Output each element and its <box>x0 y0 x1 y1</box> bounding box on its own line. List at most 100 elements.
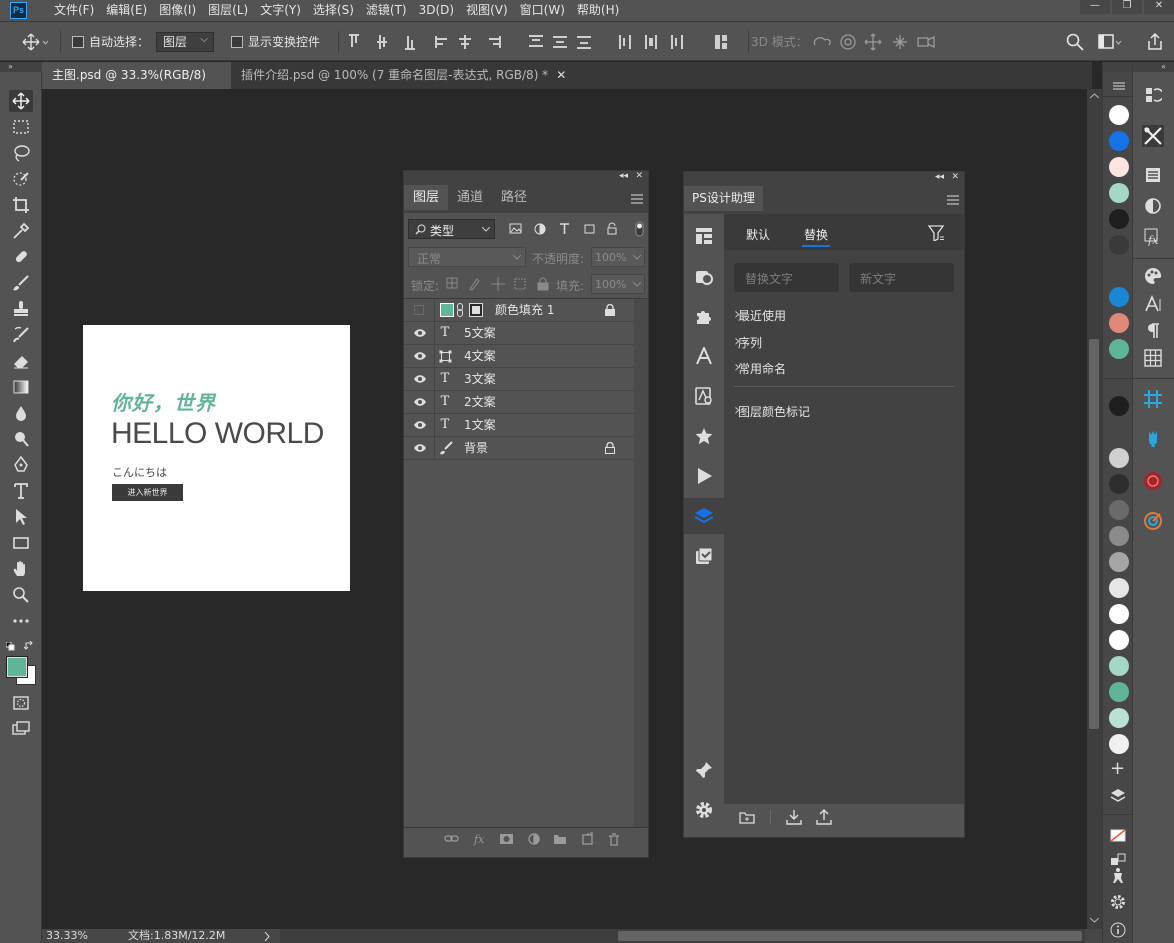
align-distribute-icons[interactable] <box>349 33 729 51</box>
tab-channels[interactable]: 通道 <box>448 185 492 210</box>
menu-file[interactable]: 文件(F) <box>48 0 100 22</box>
gear-icon[interactable] <box>1110 894 1126 910</box>
color-swatch[interactable] <box>1109 474 1129 494</box>
filter-icon[interactable] <box>928 225 944 241</box>
share-button[interactable] <box>1146 22 1164 61</box>
visibility-toggle-off[interactable] <box>414 305 424 315</box>
rectangle-tool[interactable] <box>9 532 33 554</box>
tab-main-psd[interactable]: 主图.psd @ 33.3%(RGB/8) *✕ <box>42 62 231 109</box>
layer-name[interactable]: 背景 <box>464 437 488 460</box>
color-swatch[interactable] <box>1109 604 1129 624</box>
layer-row-3[interactable]: T 3文案 <box>404 368 634 391</box>
swap-colors-icon[interactable] <box>24 641 34 651</box>
color-swatch[interactable] <box>1109 552 1129 572</box>
scroll-thumb[interactable] <box>1089 339 1099 729</box>
color-swatch[interactable] <box>1109 261 1129 281</box>
swap-icon[interactable] <box>1110 852 1126 868</box>
status-menu-icon[interactable] <box>264 932 270 941</box>
panel-collapse-icon[interactable]: » <box>0 62 42 72</box>
vertical-scrollbar[interactable] <box>1087 89 1102 929</box>
tree-common-names[interactable]: 常用命名 <box>734 357 786 377</box>
color-swatch[interactable] <box>1109 656 1129 676</box>
color-swatch[interactable] <box>1109 396 1129 416</box>
tree-recent[interactable]: 最近使用 <box>734 304 786 324</box>
blend-mode-dropdown[interactable]: 正常 <box>408 247 526 267</box>
figure-icon[interactable] <box>1110 867 1126 883</box>
color-swatch[interactable] <box>1109 734 1129 754</box>
export-icon[interactable] <box>816 809 832 825</box>
replace-text-input[interactable]: 新文字 <box>849 263 954 292</box>
marquee-tool[interactable] <box>9 116 33 138</box>
font-search-icon[interactable] <box>684 378 724 414</box>
foreground-color-swatch[interactable] <box>7 657 27 677</box>
color-swatch[interactable] <box>1109 105 1129 125</box>
quick-mask-button[interactable] <box>9 692 33 714</box>
layer-name[interactable]: 5文案 <box>464 322 496 345</box>
tab-plugin-psd[interactable]: 插件介绍.psd @ 100% (7 重命名图层-表达式, RGB/8) * ✕ <box>231 62 576 89</box>
layer-row-2[interactable]: T 2文案 <box>404 391 634 414</box>
play-icon[interactable] <box>684 458 724 494</box>
color-swatch[interactable] <box>1109 682 1129 702</box>
auto-select-checkbox[interactable] <box>72 35 84 48</box>
star-icon[interactable] <box>684 418 724 454</box>
info-icon[interactable] <box>1110 922 1126 938</box>
panel-menu-icon[interactable] <box>947 195 959 205</box>
grid-icon[interactable] <box>1142 347 1164 369</box>
tree-sequence[interactable]: 序列 <box>734 331 762 351</box>
fx-icon[interactable]: fx <box>1142 226 1164 248</box>
default-colors-icon[interactable] <box>6 642 15 651</box>
crop-tool[interactable] <box>9 194 33 216</box>
layer-row-4[interactable]: 4文案 <box>404 345 634 368</box>
color-swatch[interactable] <box>1109 500 1129 520</box>
no-color-icon[interactable] <box>1110 827 1126 843</box>
history-brush-tool[interactable] <box>9 324 33 346</box>
blur-tool[interactable] <box>9 402 33 424</box>
tree-layer-color-marks[interactable]: 图层颜色标记 <box>734 400 810 420</box>
opacity-input[interactable]: 100% <box>591 247 645 267</box>
menu-image[interactable]: 图像(I) <box>153 0 202 22</box>
menu-help[interactable]: 帮助(H) <box>571 0 625 22</box>
dock-expand-icon[interactable]: « <box>1133 62 1174 72</box>
layer-name[interactable]: 3文案 <box>464 368 496 391</box>
color-swatch[interactable] <box>1109 131 1129 151</box>
layer-row-5[interactable]: T 5文案 <box>404 322 634 345</box>
healing-brush-tool[interactable] <box>9 246 33 268</box>
eye-icon[interactable] <box>413 419 427 431</box>
path-select-tool[interactable] <box>9 506 33 528</box>
layers-stack-icon[interactable] <box>684 498 724 534</box>
menu-layer[interactable]: 图层(L) <box>202 0 254 22</box>
tools-cross-icon[interactable] <box>1142 125 1164 147</box>
target-plugin-icon[interactable] <box>1142 510 1164 532</box>
red-seal-icon[interactable] <box>1142 470 1164 492</box>
color-swatch[interactable] <box>1109 339 1129 359</box>
font-icon[interactable] <box>684 338 724 374</box>
quick-select-tool[interactable] <box>9 168 33 190</box>
zoom-tool[interactable] <box>9 584 33 606</box>
layer-row-background[interactable]: 背景 <box>404 437 634 460</box>
3d-tools-icons[interactable] <box>812 33 936 51</box>
color-swatch[interactable] <box>1109 235 1129 255</box>
brush-tool[interactable] <box>9 272 33 294</box>
collapse-icon[interactable]: ◂◂ <box>935 172 944 182</box>
color-swatch[interactable] <box>1109 287 1129 307</box>
eye-icon[interactable] <box>413 327 427 339</box>
collapse-icon[interactable]: ◂◂ <box>619 171 628 181</box>
fill-input[interactable]: 100% <box>591 274 645 294</box>
color-swatch[interactable] <box>1109 209 1129 229</box>
dock-menu-icon[interactable] <box>1113 82 1125 90</box>
minimize-button[interactable]: — <box>1080 0 1110 14</box>
document-canvas[interactable]: 你好，世界 HELLO WORLD こんにちは 进入新世界 <box>83 325 350 591</box>
color-swatch[interactable] <box>1109 708 1129 728</box>
eye-icon[interactable] <box>413 350 427 362</box>
panel-menu-icon[interactable] <box>631 194 643 204</box>
close-window-button[interactable]: ✕ <box>1144 0 1174 14</box>
workspace-switcher[interactable] <box>1098 22 1122 61</box>
zoom-level[interactable]: 33.33% <box>46 929 88 943</box>
tab-default[interactable]: 默认 <box>746 226 770 243</box>
color-swatch[interactable] <box>1109 422 1129 442</box>
close-tab-icon[interactable]: ✕ <box>556 68 566 82</box>
screen-mode-button[interactable] <box>9 718 33 740</box>
menu-filter[interactable]: 滤镜(T) <box>360 0 413 22</box>
eraser-tool[interactable] <box>9 350 33 372</box>
scroll-down-icon[interactable] <box>1090 917 1099 923</box>
